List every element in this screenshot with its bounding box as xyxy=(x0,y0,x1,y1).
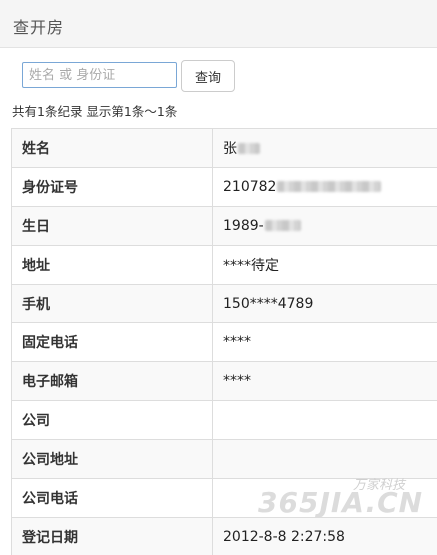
field-value-company-phone xyxy=(212,478,437,518)
field-value-mobile: 150****4789 xyxy=(212,283,437,324)
field-value-email: **** xyxy=(212,361,437,402)
field-label: 登记日期 xyxy=(11,516,213,555)
table-row: 身份证号 210782 xyxy=(11,166,437,207)
search-button[interactable]: 查询 xyxy=(181,60,235,92)
table-row: 生日 1989- xyxy=(11,205,437,246)
table-row: 公司 xyxy=(11,400,437,441)
field-label: 地址 xyxy=(11,244,213,285)
field-label: 公司电话 xyxy=(11,478,213,518)
field-label: 姓名 xyxy=(11,128,213,168)
field-label: 固定电话 xyxy=(11,322,213,363)
top-bar: 查开房 xyxy=(0,0,437,48)
field-label: 电子邮箱 xyxy=(11,361,213,402)
search-input[interactable] xyxy=(22,62,177,88)
table-row: 公司地址 xyxy=(11,439,437,480)
field-label: 生日 xyxy=(11,205,213,246)
field-value-name: 张 xyxy=(212,128,437,168)
field-value-company-address xyxy=(212,439,437,480)
table-row: 固定电话 **** xyxy=(11,322,437,363)
field-label: 公司 xyxy=(11,400,213,441)
field-value-address: ****待定 xyxy=(212,244,437,285)
field-value-birthday: 1989- xyxy=(212,205,437,246)
result-summary: 共有1条纪录 显示第1条～1条 xyxy=(12,104,178,119)
field-label: 手机 xyxy=(11,283,213,324)
field-label: 公司地址 xyxy=(11,439,213,480)
table-row: 地址 ****待定 xyxy=(11,244,437,285)
table-row: 公司电话 xyxy=(11,478,437,518)
record-table: 姓名 张 身份证号 210782 生日 1989- 地址 ****待定 手机 1… xyxy=(11,128,437,555)
field-value-id-number: 210782 xyxy=(212,166,437,207)
field-value-register-date: 2012-8-8 2:27:58 xyxy=(212,516,437,555)
table-row: 手机 150****4789 xyxy=(11,283,437,324)
table-row: 电子邮箱 **** xyxy=(11,361,437,402)
redacted-mask xyxy=(264,220,301,232)
redacted-mask xyxy=(277,181,382,193)
redacted-mask xyxy=(238,143,260,155)
page-title: 查开房 xyxy=(13,18,65,37)
field-label: 身份证号 xyxy=(11,166,213,207)
table-row: 姓名 张 xyxy=(11,128,437,168)
table-row: 登记日期 2012-8-8 2:27:58 xyxy=(11,516,437,555)
field-value-company xyxy=(212,400,437,441)
field-value-landline: **** xyxy=(212,322,437,363)
